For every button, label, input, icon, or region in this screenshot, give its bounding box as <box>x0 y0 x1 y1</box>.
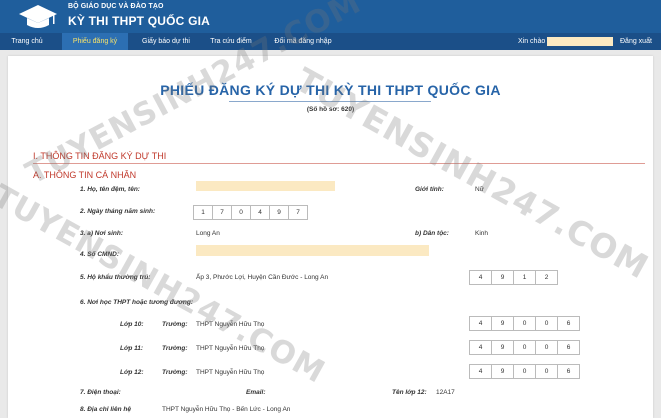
nav-item-registration[interactable]: Phiếu đăng ký <box>62 33 128 50</box>
school-digit: 0 <box>535 340 558 355</box>
dob-digit: 7 <box>212 205 232 220</box>
school-field-label: Trường: <box>162 369 188 376</box>
grade-label: Lớp 10: <box>120 321 144 328</box>
exam-name: KỲ THI THPT QUỐC GIA <box>68 14 210 28</box>
birthplace-label: 3. a) Nơi sinh: <box>80 230 124 237</box>
ministry-name: BỘ GIÁO DỤC VÀ ĐÀO TẠO <box>68 3 164 10</box>
gender-label: Giới tính: <box>415 186 444 193</box>
residence-value: Ấp 3, Phước Lợi, Huyện Cần Đước - Long A… <box>196 274 329 281</box>
graduation-cap-icon <box>19 5 57 28</box>
email-label: Email: <box>246 389 266 396</box>
school-digit: 0 <box>513 316 536 331</box>
file-number: (Số hồ sơ: 620) <box>306 106 355 113</box>
nav-item-exam-notice[interactable]: Giấy báo dự thi <box>135 33 197 50</box>
dob-digit: 4 <box>250 205 270 220</box>
school-digit: 6 <box>557 316 580 331</box>
name-label: 1. Họ, tên đệm, tên: <box>80 186 140 193</box>
address-label: 8. Địa chỉ liên hệ <box>80 406 131 413</box>
school-digit: 4 <box>469 364 492 379</box>
school-name: THPT Nguyễn Hữu Thọ <box>196 369 265 376</box>
school-field-label: Trường: <box>162 321 188 328</box>
nav-item-change-login[interactable]: Đổi mã đăng nhập <box>268 33 338 50</box>
school-digit: 9 <box>491 316 514 331</box>
logout-link[interactable]: Đăng xuất <box>620 33 652 50</box>
school-name: THPT Nguyễn Hữu Thọ <box>196 345 265 352</box>
name-value-redacted <box>196 181 335 191</box>
dob-digit: 1 <box>193 205 213 220</box>
school-digit: 0 <box>513 364 536 379</box>
school-code-digits: 4 9 0 0 6 <box>469 364 580 379</box>
residence-digit: 9 <box>491 270 514 285</box>
residence-digit: 2 <box>535 270 558 285</box>
ethnicity-label: b) Dân tộc: <box>415 230 449 237</box>
school-digit: 0 <box>535 316 558 331</box>
school-digit: 0 <box>535 364 558 379</box>
grade-label: Lớp 12: <box>120 369 144 376</box>
user-name-redacted <box>547 37 613 46</box>
residence-digit: 1 <box>513 270 536 285</box>
id-label: 4. Số CMND: <box>80 251 119 258</box>
gender-value: Nữ <box>475 186 485 193</box>
school-digit: 6 <box>557 364 580 379</box>
school-name: THPT Nguyễn Hữu Thọ <box>196 321 265 328</box>
title-underline <box>229 101 431 102</box>
dob-label: 2. Ngày tháng năm sinh: <box>80 208 156 215</box>
school-field-label: Trường: <box>162 345 188 352</box>
residence-code-digits: 4 9 1 2 <box>469 270 558 285</box>
nav-item-home[interactable]: Trang chủ <box>8 33 46 50</box>
main-nav: Trang chủ Phiếu đăng ký Giấy báo dự thi … <box>0 33 661 50</box>
class12-label: Tên lớp 12: <box>392 389 427 396</box>
form-title: PHIẾU ĐĂNG KÝ DỰ THI KỲ THI THPT QUỐC GI… <box>160 82 501 98</box>
school-digit: 0 <box>513 340 536 355</box>
app-header: BỘ GIÁO DỤC VÀ ĐÀO TẠO KỲ THI THPT QUỐC … <box>0 0 661 33</box>
dob-digit: 9 <box>269 205 289 220</box>
phone-label: 7. Điện thoại: <box>80 389 121 396</box>
grade-label: Lớp 11: <box>120 345 144 352</box>
greeting-text: Xin chào <box>518 38 546 45</box>
ethnicity-value: Kinh <box>475 230 489 237</box>
dob-digit: 0 <box>231 205 251 220</box>
nav-item-score-lookup[interactable]: Tra cứu điểm <box>202 33 260 50</box>
school-digit: 9 <box>491 364 514 379</box>
dob-digit: 7 <box>288 205 308 220</box>
school-digit: 9 <box>491 340 514 355</box>
school-digit: 4 <box>469 340 492 355</box>
school-code-digits: 4 9 0 0 6 <box>469 316 580 331</box>
id-value-redacted <box>196 245 429 256</box>
school-digit: 6 <box>557 340 580 355</box>
residence-digit: 4 <box>469 270 492 285</box>
dob-digits: 1 7 0 4 9 7 <box>193 205 308 220</box>
school-digit: 4 <box>469 316 492 331</box>
address-value: THPT Nguyễn Hữu Thọ - Bến Lức - Long An <box>162 406 291 413</box>
school-label: 6. Nơi học THPT hoặc tương đương: <box>80 299 194 306</box>
residence-label: 5. Hộ khẩu thường trú: <box>80 274 151 281</box>
section-registration-info: I. THÔNG TIN ĐĂNG KÝ DỰ THI <box>33 151 167 161</box>
section-personal-info: A. THÔNG TIN CÁ NHÂN <box>33 170 137 180</box>
school-code-digits: 4 9 0 0 6 <box>469 340 580 355</box>
section-divider <box>33 163 645 164</box>
class12-value: 12A17 <box>436 389 455 396</box>
birthplace-value: Long An <box>196 230 220 237</box>
